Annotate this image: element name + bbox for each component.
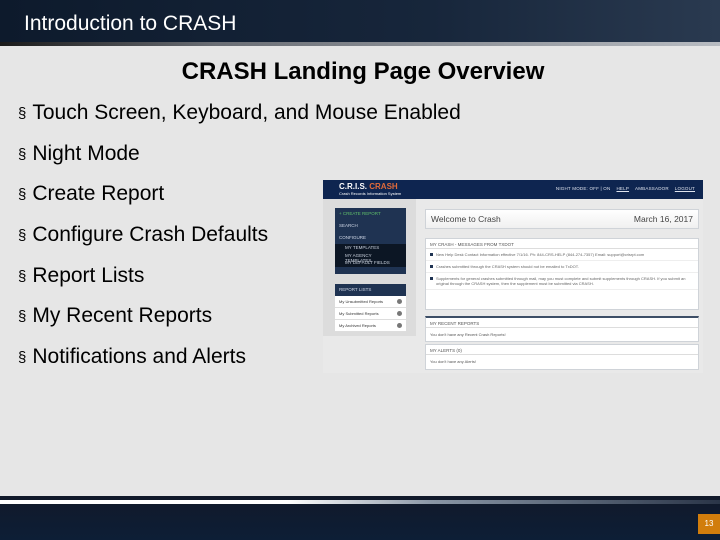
header-divider	[0, 42, 720, 46]
alerts-empty-text: You don't have any Alerts!	[430, 359, 476, 364]
my-templates-item[interactable]: MY TEMPLATES	[335, 244, 406, 252]
logo-subtitle: Crash Records Information System	[339, 191, 402, 196]
bullet-text: Night Mode	[32, 141, 140, 165]
top-nav: NIGHT MODE: OFF | ON HELP AMBASSADOR LOGOUT	[556, 186, 695, 191]
report-lists-header: REPORT LISTS	[335, 284, 406, 296]
night-mode-toggle[interactable]: NIGHT MODE: OFF | ON	[556, 186, 611, 191]
configure-item[interactable]: CONFIGURE	[335, 232, 406, 244]
message-item: New Help Desk Contact Information effect…	[426, 249, 698, 261]
bullet-marker: §	[18, 186, 27, 204]
search-item[interactable]: SEARCH	[335, 220, 406, 232]
sidebar: + CREATE REPORT SEARCH CONFIGURE MY TEMP…	[323, 199, 416, 336]
message-item: Crashes submitted through the CRASH syst…	[426, 261, 698, 273]
report-list-item[interactable]: My Archived Reports	[335, 320, 406, 332]
badge-icon	[397, 323, 402, 328]
recent-empty-text: You don't have any Recent Crash Reports!	[430, 332, 506, 337]
bullet-text: Notifications and Alerts	[32, 345, 246, 369]
bullet-marker: §	[18, 227, 27, 245]
bullet-marker: §	[18, 308, 27, 326]
bullet-text: Report Lists	[32, 263, 145, 287]
logo-accent: CRASH	[369, 182, 398, 191]
messages-card: MY CRASH - MESSAGES FROM TXDOT New Help …	[425, 238, 699, 310]
welcome-card: Welcome to Crash March 16, 2017	[425, 209, 699, 229]
user-name: AMBASSADOR	[635, 186, 669, 191]
footer-divider	[0, 500, 720, 504]
cris-logo: C.R.I.S. CRASH Crash Records Information …	[339, 182, 401, 196]
bullet-item: § Touch Screen, Keyboard, and Mouse Enabl…	[18, 101, 461, 142]
header-title: Introduction to CRASH	[24, 12, 237, 35]
message-item: Supplements for general crashes submitte…	[426, 273, 698, 290]
bullet-text: Create Report	[32, 182, 165, 206]
welcome-text: Welcome to Crash	[431, 214, 501, 224]
bullet-text: Touch Screen, Keyboard, and Mouse Enable…	[32, 101, 461, 124]
alerts-header: MY ALERTS (0)	[426, 345, 698, 355]
default-fields-item[interactable]: MY DEFAULT FIELDS	[335, 259, 406, 267]
report-list-item[interactable]: My Unsubmitted Reports	[335, 296, 406, 308]
recent-reports-card: MY RECENT REPORTS You don't have any Rec…	[425, 316, 699, 342]
bullet-marker: §	[18, 349, 27, 367]
report-list-label: My Submitted Reports	[339, 311, 379, 316]
help-link[interactable]: HELP	[616, 186, 629, 191]
alerts-card: MY ALERTS (0) You don't have any Alerts!	[425, 344, 699, 370]
report-list-item[interactable]: My Submitted Reports	[335, 308, 406, 320]
slide-title: CRASH Landing Page Overview	[181, 58, 545, 85]
logo-text: C.R.I.S.	[339, 182, 368, 191]
bullet-marker: §	[18, 267, 27, 285]
report-list-label: My Archived Reports	[339, 323, 376, 328]
app-topbar: C.R.I.S. CRASH Crash Records Information …	[323, 180, 703, 199]
bullet-item: § Night Mode	[18, 142, 461, 183]
bullet-marker: §	[18, 105, 27, 122]
report-lists: REPORT LISTS My Unsubmitted Reports My S…	[335, 284, 406, 332]
bullet-text: Configure Crash Defaults	[32, 223, 269, 247]
agency-templates-item[interactable]: MY AGENCY TEMPLATES	[335, 251, 406, 263]
messages-header: MY CRASH - MESSAGES FROM TXDOT	[426, 239, 698, 249]
main-nav: + CREATE REPORT SEARCH CONFIGURE MY TEMP…	[335, 208, 406, 274]
page-number: 13	[698, 514, 720, 534]
report-list-label: My Unsubmitted Reports	[339, 299, 384, 304]
badge-icon	[397, 299, 402, 304]
logout-link[interactable]: LOGOUT	[675, 186, 695, 191]
crash-landing-screenshot: C.R.I.S. CRASH Crash Records Information …	[323, 180, 703, 373]
bullet-text: My Recent Reports	[32, 304, 213, 328]
bullet-marker: §	[18, 145, 27, 163]
recent-header: MY RECENT REPORTS	[426, 318, 698, 328]
create-report-item[interactable]: + CREATE REPORT	[335, 208, 406, 220]
date-text: March 16, 2017	[633, 214, 693, 224]
badge-icon	[397, 311, 402, 316]
